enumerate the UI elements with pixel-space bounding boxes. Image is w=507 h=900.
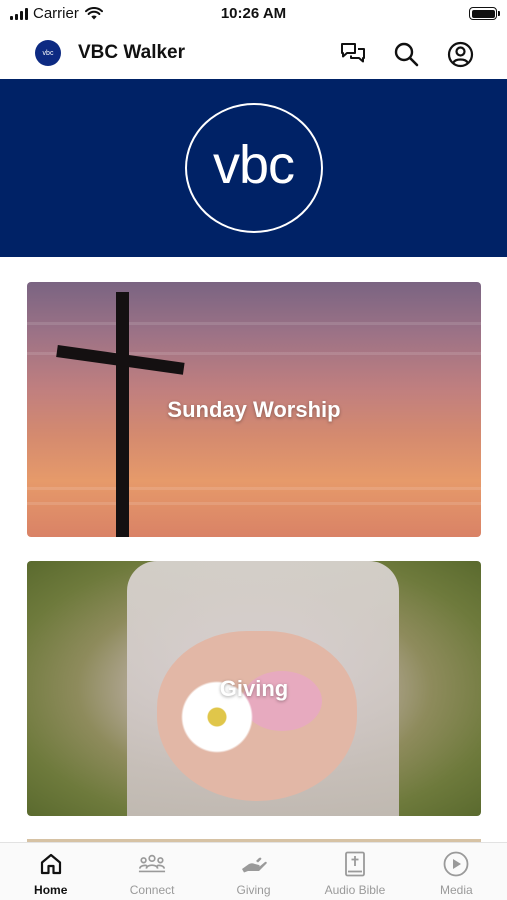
vbc-logo: vbc	[184, 103, 323, 233]
tab-connect[interactable]: Connect	[101, 843, 202, 900]
tab-bar: Home Connect Giving Audio Bible Media	[0, 842, 507, 900]
tab-giving[interactable]: Giving	[203, 843, 304, 900]
giving-card[interactable]: Giving	[27, 561, 481, 816]
battery-icon	[469, 7, 500, 20]
tab-audio-bible[interactable]: Audio Bible	[304, 843, 405, 900]
chat-icon[interactable]	[339, 40, 367, 68]
vbc-logo-text: vbc	[212, 135, 295, 195]
status-time: 10:26 AM	[220, 5, 287, 22]
sunday-worship-label: Sunday Worship	[167, 397, 341, 422]
hand-icon	[240, 851, 268, 877]
app-title: VBC Walker	[78, 42, 185, 63]
tab-connect-label: Connect	[129, 883, 175, 897]
search-icon[interactable]	[392, 40, 420, 68]
tab-home[interactable]: Home	[0, 843, 101, 900]
giving-label: Giving	[219, 676, 289, 701]
bible-icon	[341, 851, 369, 877]
sunday-worship-card[interactable]: Sunday Worship	[27, 282, 481, 537]
people-icon	[138, 851, 166, 877]
status-bar: Carrier 10:26 AM	[0, 0, 507, 28]
tab-giving-label: Giving	[236, 883, 271, 897]
home-icon	[37, 851, 65, 877]
account-icon[interactable]	[446, 40, 474, 68]
tab-home-label: Home	[34, 883, 68, 897]
tab-media-label: Media	[439, 883, 473, 897]
hero-banner: vbc	[0, 79, 507, 257]
tab-media[interactable]: Media	[406, 843, 507, 900]
tab-audio-bible-label: Audio Bible	[324, 883, 386, 897]
app-header: vbc VBC Walker	[0, 28, 507, 78]
church-logo[interactable]: vbc	[35, 40, 61, 66]
play-circle-icon	[442, 851, 470, 877]
